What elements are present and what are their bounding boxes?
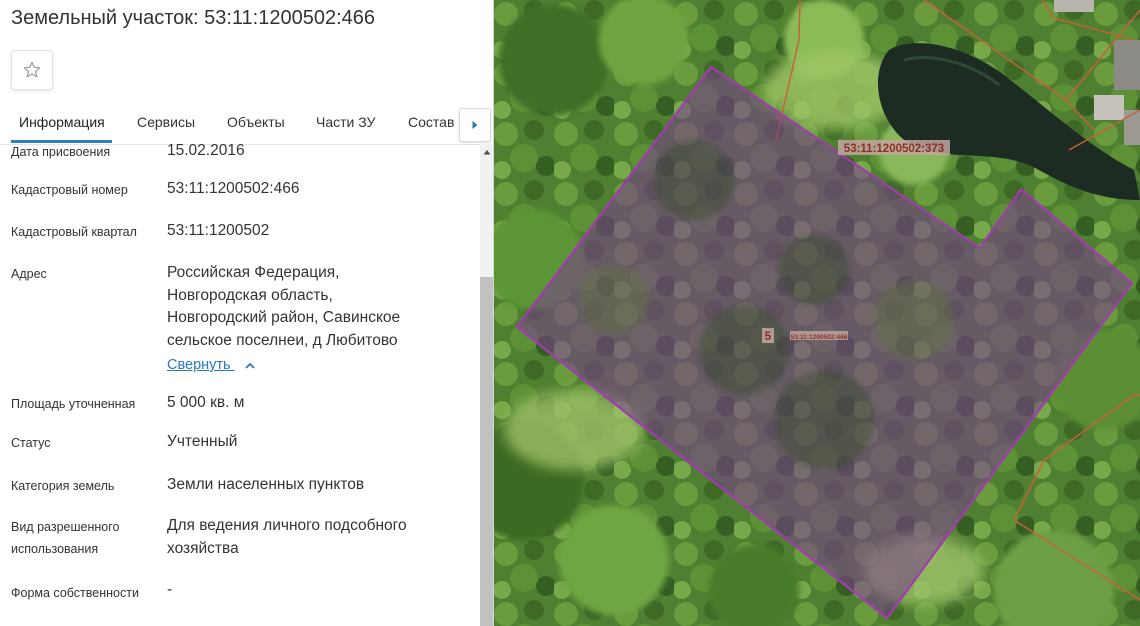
field-value: 5 000 кв. м — [167, 394, 245, 411]
caret-right-icon — [472, 121, 478, 129]
field-label: Вид разрешенного использования — [11, 516, 119, 560]
active-tab-indicator — [11, 140, 112, 143]
info-panel: Земельный участок: 53:11:1200502:466 Инф… — [0, 0, 494, 626]
value-line: Для ведения личного подсобного — [167, 517, 407, 534]
address-line: Новгородский район, Савинское — [167, 309, 401, 326]
chevron-up-icon — [244, 362, 255, 369]
field-value: 53:11:1200502 — [167, 222, 270, 239]
tabs-next-button[interactable] — [459, 108, 491, 142]
field-value: 15.02.2016 — [167, 144, 245, 159]
field-value: Российская Федерация, Новгородская облас… — [167, 262, 467, 352]
field-value: - — [167, 581, 173, 598]
tab-composition[interactable]: Состав — [408, 114, 454, 130]
tab-parts[interactable]: Части ЗУ — [316, 114, 375, 130]
address-line: сельское поселнеи, д Любитово — [167, 331, 398, 349]
field-label: Дата присвоения — [11, 145, 111, 159]
field-label: Форма собственности — [11, 586, 139, 600]
field-label: Кадастровый квартал — [11, 225, 137, 239]
value-line: хозяйства — [167, 539, 239, 557]
caret-up-icon — [483, 150, 490, 155]
favorite-button[interactable] — [11, 50, 53, 90]
page-title: Земельный участок: 53:11:1200502:466 — [11, 7, 376, 29]
label-line: Вид разрешенного — [11, 520, 120, 534]
address-line: Новгородская область, — [167, 286, 333, 304]
tab-objects[interactable]: Объекты — [227, 114, 285, 130]
neighbor-parcel-label-text: 53:11:1200502:373 — [844, 143, 944, 155]
scrollbar-thumb[interactable] — [480, 277, 493, 626]
satellite-map[interactable]: 53:11:1200502:373 5 53:11:1200502:466 — [494, 0, 1140, 626]
star-outline-icon — [23, 61, 41, 78]
parcel-marker-text: 5 — [765, 331, 772, 343]
scroll-up-button[interactable] — [480, 144, 493, 160]
field-label: Категория земель — [11, 479, 115, 493]
info-list: Дата присвоения 15.02.2016 Кадастровый н… — [0, 144, 480, 626]
field-label: Кадастровый номер — [11, 183, 128, 197]
field-value: Учтенный — [167, 433, 238, 450]
collapse-label: Свернуть — [167, 357, 231, 373]
map-view[interactable]: 53:11:1200502:373 5 53:11:1200502:466 — [494, 0, 1140, 626]
field-value: Земли населенных пунктов — [167, 476, 365, 493]
collapse-address-link[interactable]: Свернуть — [167, 357, 255, 373]
parcel-label-text: 53:11:1200502:466 — [791, 334, 848, 341]
field-value: 53:11:1200502:466 — [167, 180, 300, 197]
label-line: использования — [11, 542, 99, 556]
field-label: Адрес — [11, 267, 47, 281]
field-label: Статус — [11, 436, 51, 450]
neighbor-parcel-label: 53:11:1200502:373 — [838, 140, 950, 155]
address-line: Российская Федерация, — [167, 264, 340, 281]
tab-information[interactable]: Информация — [19, 114, 105, 130]
field-label: Площадь уточненная — [11, 397, 136, 411]
tab-services[interactable]: Сервисы — [137, 114, 195, 130]
field-value: Для ведения личного подсобного хозяйства — [167, 515, 467, 560]
tab-bar: Информация Сервисы Объекты Части ЗУ Сост… — [0, 104, 493, 145]
